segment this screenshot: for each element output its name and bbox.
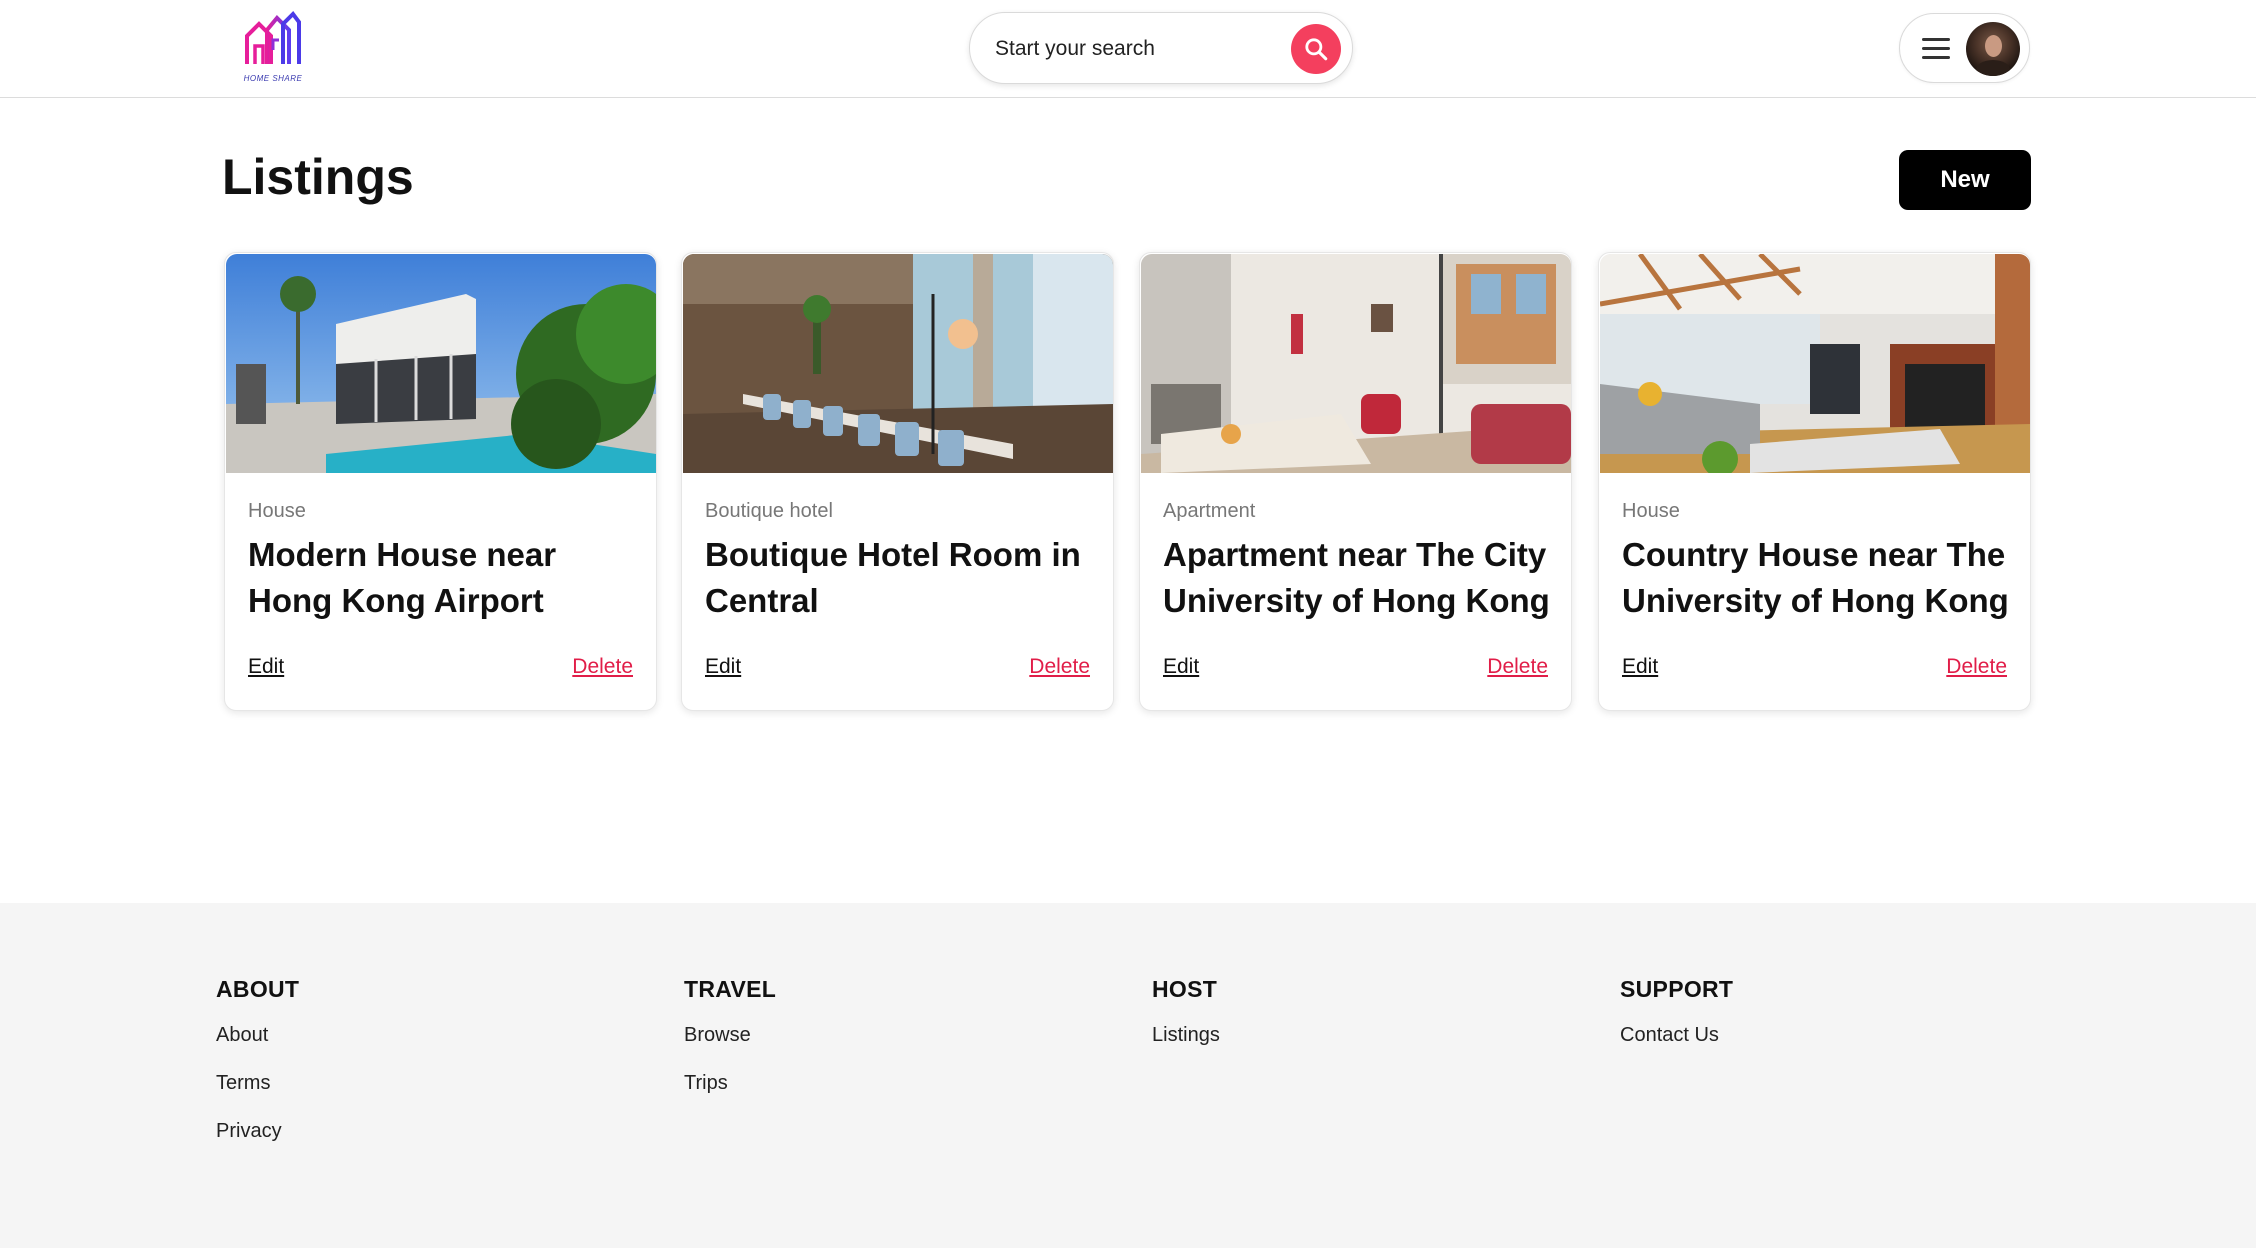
avatar (1966, 22, 2020, 76)
search-label: Start your search (995, 37, 1155, 60)
listing-card[interactable]: Boutique hotel Boutique Hotel Room in Ce… (681, 252, 1114, 711)
listing-type: House (248, 500, 306, 522)
top-nav: HOME SHARE Start your search (0, 0, 2256, 98)
listing-type: Boutique hotel (705, 500, 833, 522)
listing-title[interactable]: Apartment near The City University of Ho… (1163, 532, 1558, 624)
listing-type: Apartment (1163, 500, 1256, 522)
footer-column-travel: TRAVEL Browse Trips (684, 976, 776, 1111)
footer-link-privacy[interactable]: Privacy (216, 1111, 299, 1159)
listing-title[interactable]: Country House near The University of Hon… (1622, 532, 2017, 624)
footer: ABOUT About Terms Privacy TRAVEL Browse … (0, 903, 2256, 1248)
listing-image[interactable] (226, 254, 656, 473)
search-bar[interactable]: Start your search (969, 12, 1353, 84)
home-share-logo[interactable]: HOME SHARE (243, 10, 303, 86)
edit-link[interactable]: Edit (1622, 655, 1658, 679)
edit-link[interactable]: Edit (705, 655, 741, 679)
footer-link-browse[interactable]: Browse (684, 1015, 776, 1063)
listing-card[interactable]: House Country House near The University … (1598, 252, 2031, 711)
user-menu-button[interactable] (1899, 13, 2030, 83)
footer-heading: SUPPORT (1620, 976, 1734, 1002)
footer-link-listings[interactable]: Listings (1152, 1015, 1220, 1063)
footer-heading: TRAVEL (684, 976, 777, 1002)
footer-heading: HOST (1152, 976, 1218, 1002)
listing-card[interactable]: Apartment Apartment near The City Univer… (1139, 252, 1572, 711)
new-listing-button[interactable]: New (1899, 150, 2031, 210)
page-title: Listings (222, 149, 414, 205)
listing-image[interactable] (683, 254, 1113, 473)
listing-title[interactable]: Boutique Hotel Room in Central (705, 532, 1100, 624)
delete-link[interactable]: Delete (572, 655, 633, 679)
footer-link-terms[interactable]: Terms (216, 1063, 299, 1111)
delete-link[interactable]: Delete (1946, 655, 2007, 679)
menu-icon (1922, 38, 1952, 60)
listing-image[interactable] (1600, 254, 2030, 473)
delete-link[interactable]: Delete (1487, 655, 1548, 679)
delete-link[interactable]: Delete (1029, 655, 1090, 679)
footer-column-host: HOST Listings (1152, 976, 1220, 1063)
logo-caption: HOME SHARE (243, 74, 303, 83)
edit-link[interactable]: Edit (248, 655, 284, 679)
search-icon (1305, 38, 1328, 61)
listing-image[interactable] (1141, 254, 1571, 473)
footer-link-about[interactable]: About (216, 1015, 299, 1063)
listing-card[interactable]: House Modern House near Hong Kong Airpor… (224, 252, 657, 711)
listing-title[interactable]: Modern House near Hong Kong Airport (248, 532, 643, 624)
footer-heading: ABOUT (216, 976, 300, 1002)
logo-icon (245, 10, 301, 64)
footer-link-trips[interactable]: Trips (684, 1063, 776, 1111)
listing-type: House (1622, 500, 1680, 522)
footer-link-contact-us[interactable]: Contact Us (1620, 1015, 1733, 1063)
edit-link[interactable]: Edit (1163, 655, 1199, 679)
footer-column-about: ABOUT About Terms Privacy (216, 976, 299, 1159)
footer-column-support: SUPPORT Contact Us (1620, 976, 1733, 1063)
search-button[interactable] (1291, 24, 1341, 74)
